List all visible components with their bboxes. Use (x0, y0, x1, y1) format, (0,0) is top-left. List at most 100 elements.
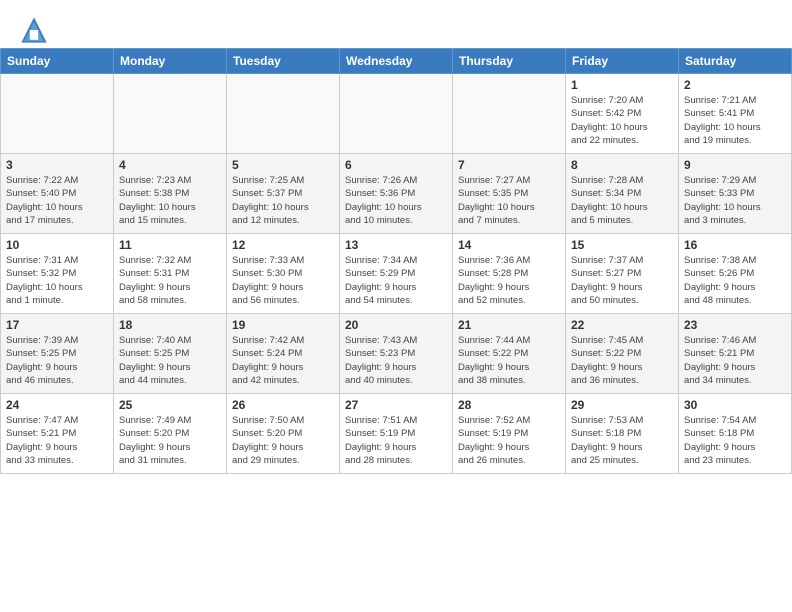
day-number: 18 (119, 318, 221, 332)
calendar-cell: 2Sunrise: 7:21 AM Sunset: 5:41 PM Daylig… (679, 74, 792, 154)
day-info: Sunrise: 7:38 AM Sunset: 5:26 PM Dayligh… (684, 254, 786, 307)
day-info: Sunrise: 7:50 AM Sunset: 5:20 PM Dayligh… (232, 414, 334, 467)
day-info: Sunrise: 7:33 AM Sunset: 5:30 PM Dayligh… (232, 254, 334, 307)
day-info: Sunrise: 7:27 AM Sunset: 5:35 PM Dayligh… (458, 174, 560, 227)
day-number: 11 (119, 238, 221, 252)
page-header (0, 0, 792, 48)
day-info: Sunrise: 7:37 AM Sunset: 5:27 PM Dayligh… (571, 254, 673, 307)
day-info: Sunrise: 7:45 AM Sunset: 5:22 PM Dayligh… (571, 334, 673, 387)
day-number: 7 (458, 158, 560, 172)
calendar-week-row: 10 Sunrise: 7:31 AM Sunset: 5:32 PM Dayli… (1, 234, 792, 314)
calendar-cell: 20 Sunrise: 7:43 AM Sunset: 5:23 PM Dayli… (340, 314, 453, 394)
calendar-cell: 21 Sunrise: 7:44 AM Sunset: 5:22 PM Dayli… (453, 314, 566, 394)
weekday-header: Wednesday (340, 49, 453, 74)
weekday-header: Saturday (679, 49, 792, 74)
day-number: 22 (571, 318, 673, 332)
day-info: Sunrise: 7:47 AM Sunset: 5:21 PM Dayligh… (6, 414, 108, 467)
day-number: 20 (345, 318, 447, 332)
weekday-header: Monday (114, 49, 227, 74)
day-number: 4 (119, 158, 221, 172)
calendar-cell: 29 Sunrise: 7:53 AM Sunset: 5:18 PM Dayli… (566, 394, 679, 474)
day-number: 12 (232, 238, 334, 252)
day-info: Sunrise: 7:44 AM Sunset: 5:22 PM Dayligh… (458, 334, 560, 387)
calendar-cell (340, 74, 453, 154)
day-number: 27 (345, 398, 447, 412)
calendar-cell: 30 Sunrise: 7:54 AM Sunset: 5:18 PM Dayli… (679, 394, 792, 474)
weekday-header: Friday (566, 49, 679, 74)
calendar-cell: 25 Sunrise: 7:49 AM Sunset: 5:20 PM Dayli… (114, 394, 227, 474)
calendar-cell: 13 Sunrise: 7:34 AM Sunset: 5:29 PM Dayli… (340, 234, 453, 314)
calendar-week-row: 3 Sunrise: 7:22 AM Sunset: 5:40 PM Daylig… (1, 154, 792, 234)
day-info: Sunrise: 7:28 AM Sunset: 5:34 PM Dayligh… (571, 174, 673, 227)
day-number: 14 (458, 238, 560, 252)
day-number: 6 (345, 158, 447, 172)
day-info: Sunrise: 7:43 AM Sunset: 5:23 PM Dayligh… (345, 334, 447, 387)
day-info: Sunrise: 7:54 AM Sunset: 5:18 PM Dayligh… (684, 414, 786, 467)
day-number: 25 (119, 398, 221, 412)
day-info: Sunrise: 7:32 AM Sunset: 5:31 PM Dayligh… (119, 254, 221, 307)
calendar-cell: 27 Sunrise: 7:51 AM Sunset: 5:19 PM Dayli… (340, 394, 453, 474)
day-number: 30 (684, 398, 786, 412)
day-info: Sunrise: 7:40 AM Sunset: 5:25 PM Dayligh… (119, 334, 221, 387)
day-number: 17 (6, 318, 108, 332)
day-number: 16 (684, 238, 786, 252)
day-number: 5 (232, 158, 334, 172)
day-info: Sunrise: 7:39 AM Sunset: 5:25 PM Dayligh… (6, 334, 108, 387)
calendar-cell: 7 Sunrise: 7:27 AM Sunset: 5:35 PM Daylig… (453, 154, 566, 234)
calendar-cell (453, 74, 566, 154)
calendar-cell: 12 Sunrise: 7:33 AM Sunset: 5:30 PM Dayli… (227, 234, 340, 314)
calendar-cell: 19Sunrise: 7:42 AM Sunset: 5:24 PM Dayli… (227, 314, 340, 394)
calendar-week-row: 1 Sunrise: 7:20 AM Sunset: 5:42 PM Daylig… (1, 74, 792, 154)
calendar-cell: 6 Sunrise: 7:26 AM Sunset: 5:36 PM Daylig… (340, 154, 453, 234)
calendar-cell: 11 Sunrise: 7:32 AM Sunset: 5:31 PM Dayli… (114, 234, 227, 314)
day-info: Sunrise: 7:36 AM Sunset: 5:28 PM Dayligh… (458, 254, 560, 307)
day-number: 26 (232, 398, 334, 412)
day-number: 24 (6, 398, 108, 412)
day-info: Sunrise: 7:31 AM Sunset: 5:32 PM Dayligh… (6, 254, 108, 307)
day-number: 28 (458, 398, 560, 412)
calendar-cell: 28 Sunrise: 7:52 AM Sunset: 5:19 PM Dayli… (453, 394, 566, 474)
calendar-cell: 17 Sunrise: 7:39 AM Sunset: 5:25 PM Dayli… (1, 314, 114, 394)
day-number: 13 (345, 238, 447, 252)
day-info: Sunrise: 7:53 AM Sunset: 5:18 PM Dayligh… (571, 414, 673, 467)
calendar-cell: 4 Sunrise: 7:23 AM Sunset: 5:38 PM Daylig… (114, 154, 227, 234)
logo-icon (20, 16, 48, 44)
calendar-cell: 9 Sunrise: 7:29 AM Sunset: 5:33 PM Daylig… (679, 154, 792, 234)
day-info: Sunrise: 7:26 AM Sunset: 5:36 PM Dayligh… (345, 174, 447, 227)
calendar-table: SundayMondayTuesdayWednesdayThursdayFrid… (0, 48, 792, 474)
calendar-cell: 18 Sunrise: 7:40 AM Sunset: 5:25 PM Dayli… (114, 314, 227, 394)
calendar-header-row: SundayMondayTuesdayWednesdayThursdayFrid… (1, 49, 792, 74)
logo (20, 16, 52, 44)
day-info: Sunrise: 7:51 AM Sunset: 5:19 PM Dayligh… (345, 414, 447, 467)
calendar-cell: 24 Sunrise: 7:47 AM Sunset: 5:21 PM Dayli… (1, 394, 114, 474)
day-number: 29 (571, 398, 673, 412)
day-info: Sunrise: 7:34 AM Sunset: 5:29 PM Dayligh… (345, 254, 447, 307)
calendar-week-row: 17 Sunrise: 7:39 AM Sunset: 5:25 PM Dayli… (1, 314, 792, 394)
calendar-cell: 16 Sunrise: 7:38 AM Sunset: 5:26 PM Dayli… (679, 234, 792, 314)
calendar-week-row: 24 Sunrise: 7:47 AM Sunset: 5:21 PM Dayli… (1, 394, 792, 474)
calendar-cell: 5 Sunrise: 7:25 AM Sunset: 5:37 PM Daylig… (227, 154, 340, 234)
day-info: Sunrise: 7:42 AM Sunset: 5:24 PM Dayligh… (232, 334, 334, 387)
day-number: 10 (6, 238, 108, 252)
day-info: Sunrise: 7:46 AM Sunset: 5:21 PM Dayligh… (684, 334, 786, 387)
day-info: Sunrise: 7:20 AM Sunset: 5:42 PM Dayligh… (571, 94, 673, 147)
day-info: Sunrise: 7:52 AM Sunset: 5:19 PM Dayligh… (458, 414, 560, 467)
day-number: 2 (684, 78, 786, 92)
day-number: 21 (458, 318, 560, 332)
calendar-cell: 10 Sunrise: 7:31 AM Sunset: 5:32 PM Dayli… (1, 234, 114, 314)
day-info: Sunrise: 7:25 AM Sunset: 5:37 PM Dayligh… (232, 174, 334, 227)
weekday-header: Sunday (1, 49, 114, 74)
calendar-cell: 1 Sunrise: 7:20 AM Sunset: 5:42 PM Daylig… (566, 74, 679, 154)
day-info: Sunrise: 7:23 AM Sunset: 5:38 PM Dayligh… (119, 174, 221, 227)
day-number: 3 (6, 158, 108, 172)
calendar-cell: 3 Sunrise: 7:22 AM Sunset: 5:40 PM Daylig… (1, 154, 114, 234)
weekday-header: Thursday (453, 49, 566, 74)
day-info: Sunrise: 7:29 AM Sunset: 5:33 PM Dayligh… (684, 174, 786, 227)
day-number: 9 (684, 158, 786, 172)
day-number: 1 (571, 78, 673, 92)
calendar-cell: 15Sunrise: 7:37 AM Sunset: 5:27 PM Dayli… (566, 234, 679, 314)
calendar-cell: 8Sunrise: 7:28 AM Sunset: 5:34 PM Daylig… (566, 154, 679, 234)
day-info: Sunrise: 7:22 AM Sunset: 5:40 PM Dayligh… (6, 174, 108, 227)
calendar-cell (1, 74, 114, 154)
day-info: Sunrise: 7:49 AM Sunset: 5:20 PM Dayligh… (119, 414, 221, 467)
